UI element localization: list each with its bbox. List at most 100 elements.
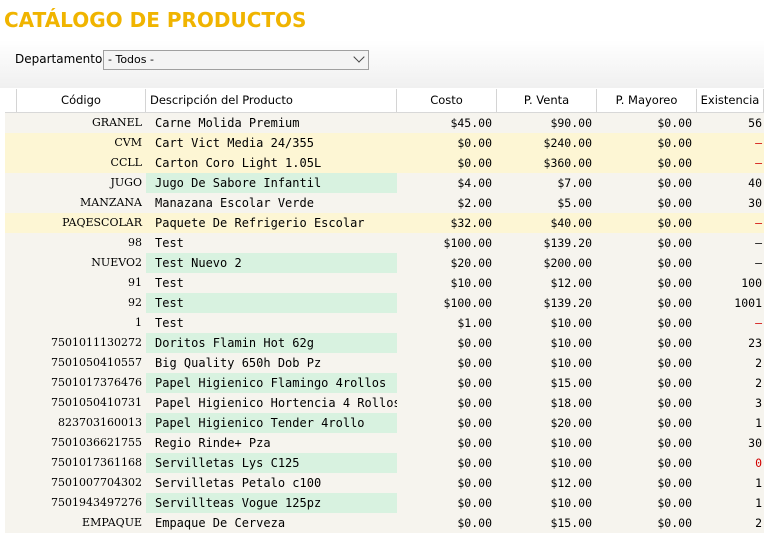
table-row[interactable]: 92 Test $100.00 $139.20 $0.00 1001: [5, 293, 764, 313]
cell-stock: 56: [748, 116, 762, 130]
table-row[interactable]: JUGO Jugo De Sabore Infantil $4.00 $7.00 $0.…: [5, 173, 764, 193]
cell-description: Papel Higienico Tender 4rollo: [146, 413, 397, 433]
cell-description: Carne Molida Premium: [155, 116, 300, 130]
cell-price: $7.00: [557, 176, 592, 190]
cell-description: Carton Coro Light 1.05L: [155, 156, 322, 170]
cell-cost: $0.00: [457, 156, 492, 170]
table-row[interactable]: 823703160013 Papel Higienico Tender 4roll…: [5, 413, 764, 433]
table-row[interactable]: 1 Test $1.00 $10.00 $0.00 –: [5, 313, 764, 333]
table-row[interactable]: 7501050410731 Papel Higienico Hortencia 4…: [5, 393, 764, 413]
table-row[interactable]: MANZANA Manazana Escolar Verde $2.00 $5.00 $…: [5, 193, 764, 213]
chevron-down-icon[interactable]: [353, 51, 365, 63]
row-selector[interactable]: [5, 513, 17, 533]
table-row[interactable]: NUEVO2 Test Nuevo 2 $20.00 $200.00 $0.00 –: [5, 253, 764, 273]
cell-description: Doritos Flamin Hot 62g: [146, 333, 397, 353]
cell-price: $12.00: [550, 476, 592, 490]
cell-cost: $100.00: [443, 236, 492, 250]
table-row[interactable]: EMPAQUE Empaque De Cerveza $0.00 $15.00 $0.0…: [5, 513, 764, 533]
row-selector[interactable]: [5, 313, 17, 333]
row-selector[interactable]: [5, 453, 17, 473]
cell-description: Regio Rinde+ Pza: [155, 436, 271, 450]
row-selector[interactable]: [5, 373, 17, 393]
row-selector[interactable]: [5, 413, 17, 433]
cell-stock: 2: [755, 516, 762, 530]
cell-description: Empaque De Cerveza: [155, 516, 286, 530]
row-selector[interactable]: [5, 213, 17, 233]
cell-price: $139.20: [543, 296, 592, 310]
cell-code: CVM: [114, 136, 142, 149]
header-descripcion[interactable]: Descripción del Producto: [146, 89, 397, 112]
table-row[interactable]: 7501050410557 Big Quality 650h Dob Pz $0.0…: [5, 353, 764, 373]
cell-code: EMPAQUE: [82, 516, 142, 529]
row-selector[interactable]: [5, 353, 17, 373]
header-p-mayoreo[interactable]: P. Mayoreo: [597, 89, 697, 112]
cell-code: 92: [128, 296, 142, 309]
cell-wholesale: $0.00: [657, 196, 692, 210]
cell-stock: 2: [755, 376, 762, 390]
cell-cost: $4.00: [457, 176, 492, 190]
table-row[interactable]: 7501017361168 Servilletas Lys C125 $0.00 $1…: [5, 453, 764, 473]
row-selector[interactable]: [5, 173, 17, 193]
cell-code: GRANEL: [92, 116, 142, 129]
cell-code: 7501007704302: [51, 476, 142, 489]
table-row[interactable]: 91 Test $10.00 $12.00 $0.00 100: [5, 273, 764, 293]
table-row[interactable]: 7501007704302 Servilletas Petalo c100 $0.0…: [5, 473, 764, 493]
cell-wholesale: $0.00: [657, 416, 692, 430]
cell-wholesale: $0.00: [657, 376, 692, 390]
cell-wholesale: $0.00: [657, 476, 692, 490]
cell-code: 98: [128, 236, 142, 249]
cell-price: $200.00: [543, 256, 592, 270]
cell-wholesale: $0.00: [657, 436, 692, 450]
cell-wholesale: $0.00: [657, 156, 692, 170]
cell-wholesale: $0.00: [657, 176, 692, 190]
table-body: GRANEL Carne Molida Premium $45.00 $90.00 $0…: [5, 113, 764, 533]
row-selector[interactable]: [5, 333, 17, 353]
row-selector[interactable]: [5, 433, 17, 453]
cell-wholesale: $0.00: [657, 336, 692, 350]
department-select[interactable]: - Todos -: [103, 50, 369, 70]
row-selector[interactable]: [5, 153, 17, 173]
row-selector[interactable]: [5, 133, 17, 153]
row-selector[interactable]: [5, 193, 17, 213]
cell-cost: $0.00: [457, 516, 492, 530]
cell-stock: –: [755, 216, 762, 230]
cell-stock: 1: [755, 476, 762, 490]
cell-stock: 30: [748, 436, 762, 450]
row-selector[interactable]: [5, 113, 17, 133]
cell-price: $18.00: [550, 396, 592, 410]
row-selector[interactable]: [5, 473, 17, 493]
cell-code: 7501943497276: [51, 496, 142, 509]
cell-cost: $0.00: [457, 356, 492, 370]
table-row[interactable]: 7501011130272 Doritos Flamin Hot 62g $0.00…: [5, 333, 764, 353]
table-row[interactable]: 98 Test $100.00 $139.20 $0.00 –: [5, 233, 764, 253]
header-p-venta[interactable]: P. Venta: [497, 89, 597, 112]
row-selector[interactable]: [5, 393, 17, 413]
department-label: Departamento:: [15, 52, 107, 66]
cell-code: 7501017361168: [51, 456, 142, 469]
row-selector[interactable]: [5, 273, 17, 293]
cell-price: $15.00: [550, 376, 592, 390]
cell-cost: $0.00: [457, 336, 492, 350]
cell-wholesale: $0.00: [657, 516, 692, 530]
row-selector[interactable]: [5, 253, 17, 273]
cell-wholesale: $0.00: [657, 356, 692, 370]
table-row[interactable]: 7501017376476 Papel Higienico Flamingo 4r…: [5, 373, 764, 393]
cell-code: 7501011130272: [51, 336, 142, 349]
row-selector[interactable]: [5, 233, 17, 253]
table-row[interactable]: CCLL Carton Coro Light 1.05L $0.00 $360.00 $…: [5, 153, 764, 173]
cell-wholesale: $0.00: [657, 316, 692, 330]
header-costo[interactable]: Costo: [397, 89, 497, 112]
header-existencia[interactable]: Existencia: [697, 89, 764, 112]
header-codigo[interactable]: Código: [17, 89, 146, 112]
cell-stock: –: [755, 316, 762, 330]
cell-price: $10.00: [550, 496, 592, 510]
row-selector[interactable]: [5, 493, 17, 513]
table-row[interactable]: PAQESCOLAR Paquete De Refrigerio Escolar $…: [5, 213, 764, 233]
table-row[interactable]: GRANEL Carne Molida Premium $45.00 $90.00 $0…: [5, 113, 764, 133]
cell-description: Manazana Escolar Verde: [155, 196, 314, 210]
table-row[interactable]: 7501036621755 Regio Rinde+ Pza $0.00 $10.00…: [5, 433, 764, 453]
cell-stock: –: [755, 136, 762, 150]
table-row[interactable]: 7501943497276 Servillteas Vogue 125pz $0.0…: [5, 493, 764, 513]
table-row[interactable]: CVM Cart Vict Media 24/355 $0.00 $240.00 $0.…: [5, 133, 764, 153]
row-selector[interactable]: [5, 293, 17, 313]
